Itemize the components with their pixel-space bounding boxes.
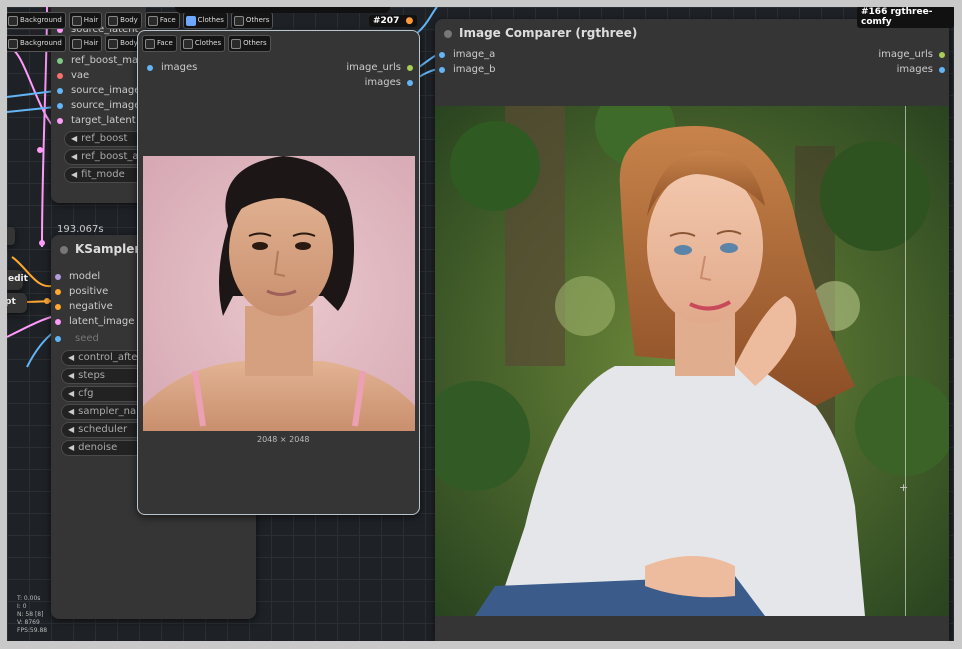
left-arrow-icon[interactable]: ◀ [68, 443, 74, 452]
input-source-image[interactable]: source_image [57, 84, 140, 98]
comparer-image[interactable]: + [435, 106, 949, 616]
chip-others[interactable]: Others [228, 35, 271, 52]
checkbox-icon[interactable] [108, 16, 119, 26]
left-arrow-icon[interactable]: ◀ [71, 134, 77, 143]
left-arrow-icon[interactable]: ◀ [71, 170, 77, 179]
output-images[interactable]: images [897, 63, 945, 77]
widget-sampler-name[interactable]: ◀ sampler_name [61, 404, 149, 420]
ksampler-timing: 193.067s [57, 224, 104, 235]
left-arrow-icon[interactable]: ◀ [68, 407, 74, 416]
input-image-a[interactable]: image_a [439, 48, 495, 62]
node-id-badge-207: #207 ● [369, 15, 418, 27]
comparer-slider-line[interactable] [905, 106, 906, 616]
output-image-urls[interactable]: image_urls [878, 48, 945, 62]
chip-background[interactable]: Background [7, 35, 66, 52]
left-arrow-icon[interactable]: ◀ [68, 371, 74, 380]
output-image-urls[interactable]: image_urls [346, 61, 413, 75]
widget-control-after-generate[interactable]: ◀control_after_ge [61, 350, 149, 366]
widget-steps[interactable]: ◀ steps [61, 368, 149, 384]
checkbox-icon[interactable] [147, 16, 158, 26]
checkbox-icon[interactable] [71, 16, 82, 26]
input-image-b[interactable]: image_b [439, 63, 496, 77]
comfy-canvas[interactable]: source_latent ref_boost_mask vae source_… [7, 7, 954, 641]
image-dimensions: 2048 × 2048 [257, 435, 310, 444]
input-positive[interactable]: positive [55, 285, 108, 299]
checkbox-icon[interactable] [108, 39, 119, 49]
filter-bar-second: Background Hair Body [7, 35, 142, 53]
checkbox-icon[interactable] [8, 39, 18, 49]
input-ref-boost-mask[interactable]: ref_boost_mask [57, 54, 149, 68]
image-comparer-node[interactable]: Image Comparer (rgthree) image_a image_b… [435, 19, 949, 641]
portrait-woman-garden [435, 106, 949, 616]
left-arrow-icon[interactable]: ◀ [68, 353, 74, 362]
pt-node-fragment[interactable]: pt [7, 293, 27, 313]
checkbox-icon[interactable] [233, 16, 244, 26]
chip-others[interactable]: Others [230, 12, 274, 29]
left-arrow-icon[interactable]: ◀ [68, 389, 74, 398]
chip-clothes[interactable]: Clothes [182, 12, 228, 29]
node-toolbar [175, 7, 390, 13]
comparer-title: Image Comparer (rgthree) [459, 26, 638, 40]
checkbox-icon[interactable] [231, 39, 242, 49]
collapse-dot-icon[interactable] [444, 30, 452, 38]
input-model[interactable]: model [55, 270, 100, 284]
chip-body[interactable]: Body [105, 12, 142, 29]
widget-scheduler[interactable]: ◀ scheduler [61, 422, 149, 438]
checkbox-icon[interactable] [71, 39, 82, 49]
input-negative[interactable]: negative [55, 300, 113, 314]
input-images[interactable]: images [147, 61, 197, 75]
portrait-woman-pink-background [143, 156, 415, 431]
checkbox-icon[interactable] [182, 39, 193, 49]
crosshair-icon: + [899, 481, 909, 494]
filter-bar-top: Background Hair Body Face Clothes Others [7, 12, 274, 30]
left-arrow-icon[interactable]: ◀ [68, 425, 74, 434]
chip-background[interactable]: Background [7, 12, 66, 29]
preview-node-207[interactable]: images image_urls images 2048 × 2048 [137, 30, 420, 515]
fox-icon: ● [405, 16, 414, 26]
chip-clothes[interactable]: Clothes [179, 35, 226, 52]
widget-denoise[interactable]: ◀ denoise [61, 440, 149, 456]
input-target-latent[interactable]: target_latent [57, 114, 136, 128]
edit-node-fragment[interactable]: edit [7, 270, 28, 290]
chip-hair[interactable]: Hair [68, 12, 103, 29]
collapse-dot-icon[interactable] [60, 246, 68, 254]
chip-hair[interactable]: Hair [68, 35, 103, 52]
input-vae[interactable]: vae [57, 69, 89, 83]
checkbox-icon[interactable] [8, 16, 18, 26]
output-images[interactable]: images [365, 76, 413, 90]
filter-bar-preview: Face Clothes Others [142, 35, 271, 53]
checkbox-icon[interactable] [185, 16, 196, 26]
checkbox-icon[interactable] [145, 39, 155, 49]
node-id-badge-166: #166 rgthree-comfy [857, 7, 954, 28]
widget-cfg[interactable]: ◀ cfg [61, 386, 149, 402]
preview-image[interactable] [143, 156, 415, 431]
chip-face[interactable]: Face [144, 12, 180, 29]
render-stats: T: 0.00s I: 0 N: 58 [8] V: 8769 FPS:59.8… [17, 595, 48, 634]
input-latent-image[interactable]: latent_image [55, 315, 134, 329]
left-arrow-icon[interactable]: ◀ [71, 152, 77, 161]
ksampler-title: KSampler [75, 242, 141, 256]
node-fragment-top[interactable] [7, 227, 15, 245]
chip-face[interactable]: Face [142, 35, 177, 52]
input-seed[interactable]: seed [55, 332, 99, 346]
